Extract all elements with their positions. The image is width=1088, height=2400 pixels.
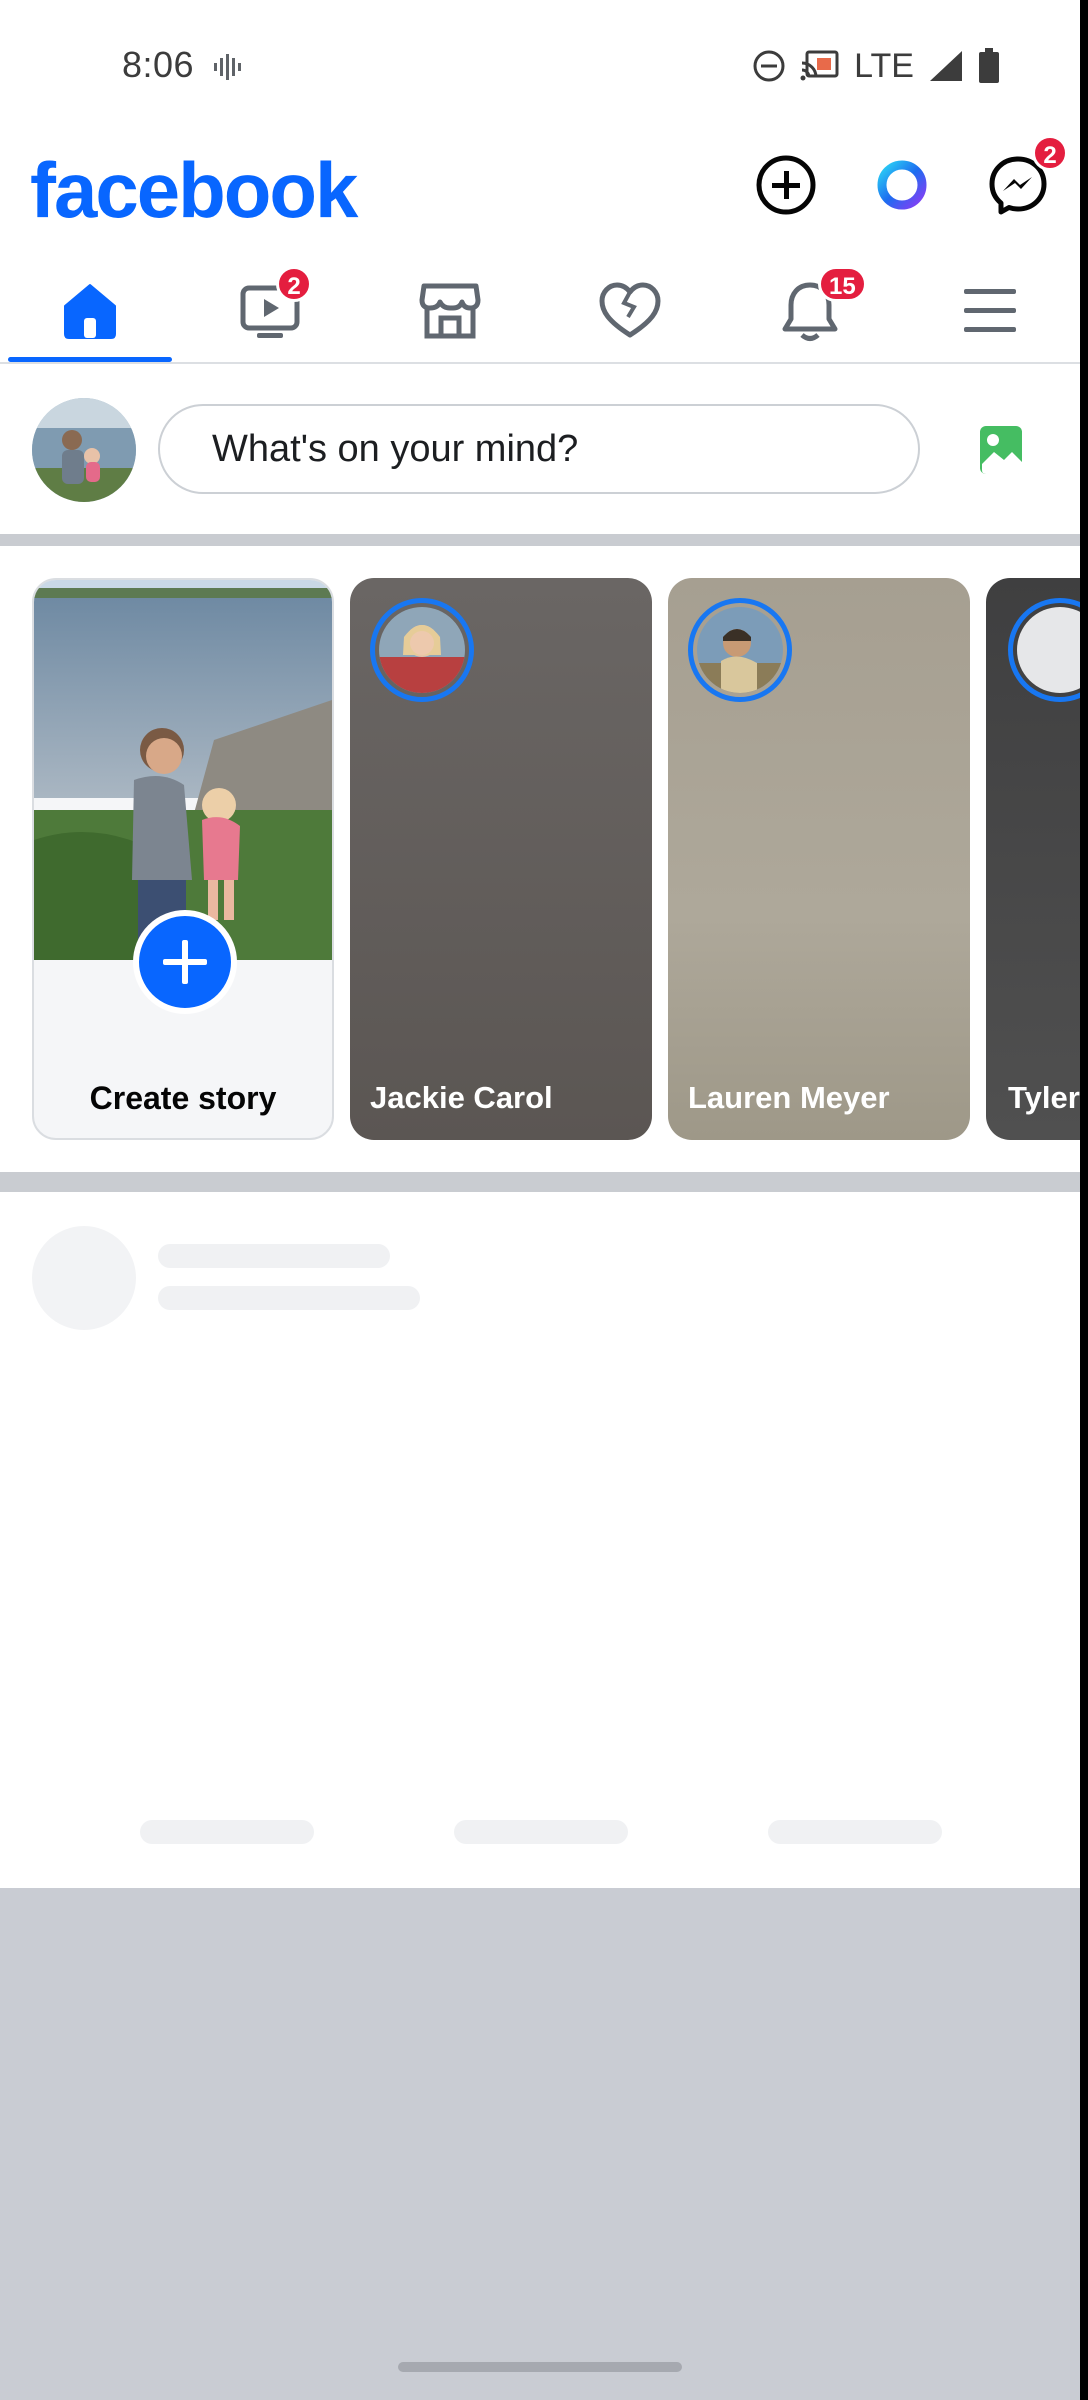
skeleton-line — [158, 1244, 390, 1268]
meta-ai-button[interactable] — [870, 153, 934, 217]
section-divider — [0, 1172, 1080, 1192]
menu-icon — [964, 289, 1016, 332]
story-avatar — [1008, 598, 1080, 702]
story-author-name: Tyler — [1008, 1080, 1080, 1115]
tab-dating[interactable] — [540, 260, 720, 362]
stories-tray: Create story Jackie Carol Lauren Meyer T… — [0, 546, 1080, 1172]
messenger-badge: 2 — [1032, 135, 1068, 171]
skeleton-avatar — [32, 1226, 136, 1330]
tab-video[interactable]: 2 — [180, 260, 360, 362]
tab-bar: 2 15 — [0, 260, 1080, 364]
story-card[interactable]: Tyler — [986, 578, 1080, 1140]
skeleton-action — [768, 1820, 942, 1844]
cast-icon — [800, 50, 839, 81]
facebook-logo[interactable]: facebook — [30, 145, 358, 236]
vibrate-icon — [214, 54, 241, 80]
tab-notifications[interactable]: 15 — [720, 260, 900, 362]
messenger-button[interactable]: 2 — [986, 135, 1068, 217]
status-time: 8:06 — [122, 44, 195, 85]
skeleton-line — [158, 1286, 420, 1310]
create-story-card[interactable]: Create story — [32, 578, 334, 1140]
post-composer: What's on your mind? — [0, 366, 1080, 534]
tab-menu[interactable] — [900, 260, 1080, 362]
network-label: LTE — [854, 46, 914, 85]
notifications-badge: 15 — [818, 266, 867, 302]
profile-avatar[interactable] — [32, 398, 136, 502]
video-badge: 2 — [276, 266, 312, 302]
story-author-name: Jackie Carol — [370, 1080, 553, 1115]
story-card[interactable]: Jackie Carol — [350, 578, 652, 1140]
meta-ai-icon — [877, 160, 927, 210]
tab-home[interactable] — [0, 260, 180, 362]
create-story-label: Create story — [89, 1080, 277, 1116]
tab-marketplace[interactable] — [360, 260, 540, 362]
skeleton-action — [140, 1820, 314, 1844]
create-icon — [756, 155, 816, 215]
screen-edge — [1080, 0, 1088, 2400]
story-author-name: Lauren Meyer — [688, 1080, 890, 1115]
dnd-icon — [753, 50, 785, 82]
story-card[interactable]: Lauren Meyer — [668, 578, 970, 1140]
signal-icon — [930, 51, 962, 81]
story-avatar — [688, 598, 792, 702]
story-avatar — [370, 598, 474, 702]
feed-post-skeleton — [0, 1192, 1080, 1888]
dating-icon — [599, 282, 661, 338]
plus-icon — [163, 940, 207, 984]
create-story-photo — [34, 580, 332, 960]
create-story-plus-button[interactable] — [133, 910, 237, 1014]
section-divider — [0, 534, 1080, 546]
home-indicator[interactable] — [398, 2362, 682, 2372]
facebook-app: 8:06 LTE facebook 2 2 15 What's on your … — [0, 0, 1088, 2400]
create-button[interactable] — [754, 153, 818, 217]
marketplace-icon — [419, 283, 481, 339]
battery-icon — [979, 48, 999, 83]
top-bar: facebook 2 — [0, 135, 1080, 260]
skeleton-action — [454, 1820, 628, 1844]
feed-background — [0, 1888, 1080, 2400]
status-bar: 8:06 LTE — [0, 0, 1080, 135]
whats-on-your-mind-input[interactable]: What's on your mind? — [158, 404, 920, 494]
photo-icon[interactable] — [978, 424, 1024, 476]
home-icon — [64, 284, 116, 339]
